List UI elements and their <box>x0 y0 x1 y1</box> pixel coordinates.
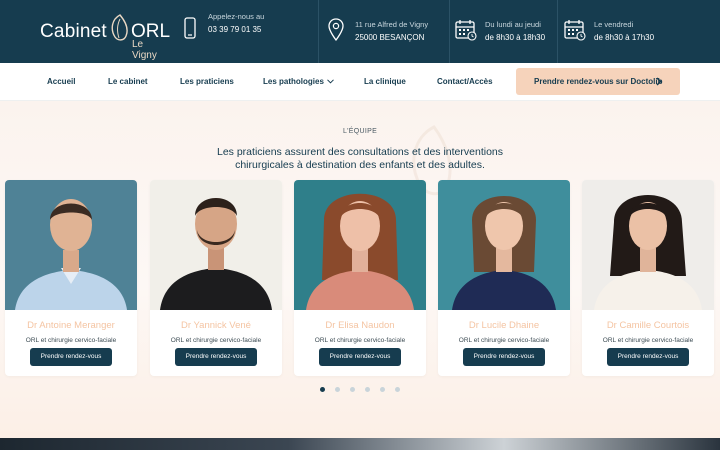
calendar-icon <box>564 20 586 41</box>
phone-info[interactable]: Appelez-nous au 03 39 79 01 35 <box>184 0 314 63</box>
calendar-icon <box>455 20 477 41</box>
book-appointment-button[interactable]: Prendre rendez-vous <box>175 348 257 366</box>
hours-weekdays-label: Du lundi au jeudi <box>485 20 541 29</box>
address-line-1: 11 rue Alfred de Vigny <box>355 20 429 29</box>
doctor-specialty: ORL et chirurgie cervico-faciale <box>170 337 262 344</box>
divider <box>318 0 319 63</box>
divider <box>557 0 558 63</box>
main-nav: Accueil Le cabinet Les praticiens Les pa… <box>0 63 720 101</box>
nav-item-les-praticiens[interactable]: Les praticiens <box>180 77 234 86</box>
doctor-photo <box>150 180 282 310</box>
nav-item-label: Les pathologies <box>263 77 324 86</box>
chevron-right-icon <box>656 77 662 86</box>
section-headline: Les praticiens assurent des consultation… <box>217 146 503 171</box>
doctor-photo <box>294 180 426 310</box>
doctor-photo <box>582 180 714 310</box>
doctor-name: Dr Antoine Meranger <box>27 320 115 331</box>
phone-number[interactable]: 03 39 79 01 35 <box>208 25 261 34</box>
hours-friday-value: de 8h30 à 17h30 <box>594 33 655 42</box>
nav-item-le-cabinet[interactable]: Le cabinet <box>108 77 148 86</box>
divider <box>449 0 450 63</box>
doctor-photo <box>5 180 137 310</box>
doctor-name: Dr Camille Courtois <box>606 320 690 331</box>
logo-text: Cabinet <box>40 21 107 42</box>
book-appointment-button[interactable]: Prendre rendez-vous <box>319 348 401 366</box>
leaf-logo-icon <box>111 14 128 41</box>
section-kicker: L'ÉQUIPE <box>342 128 378 135</box>
logo-subtitle: Le Vigny <box>132 39 157 61</box>
doctor-name: Dr Elisa Naudon <box>325 320 395 331</box>
doctolib-booking-button[interactable]: Prendre rendez-vous sur Doctolib <box>516 68 680 95</box>
phone-label: Appelez-nous au <box>208 12 265 21</box>
site-logo[interactable]: Cabinet ORL Le Vigny <box>40 13 170 61</box>
top-info-bar: Cabinet ORL Le Vigny Appelez-nous au 03 … <box>0 0 720 63</box>
doctor-name: Dr Yannick Vené <box>181 320 251 331</box>
hours-weekdays-info: Du lundi au jeudi de 8h30 à 18h30 <box>455 0 555 63</box>
book-appointment-button[interactable]: Prendre rendez-vous <box>607 348 689 366</box>
nav-item-contact[interactable]: Contact/Accès <box>437 77 493 86</box>
book-appointment-button[interactable]: Prendre rendez-vous <box>30 348 112 366</box>
book-appointment-button[interactable]: Prendre rendez-vous <box>463 348 545 366</box>
chevron-down-icon <box>327 79 334 84</box>
carousel-dot[interactable] <box>395 387 400 392</box>
nav-item-la-clinique[interactable]: La clinique <box>364 77 406 86</box>
carousel-dot[interactable] <box>320 387 325 392</box>
carousel-dot[interactable] <box>335 387 340 392</box>
phone-icon <box>184 17 196 39</box>
hours-friday-label: Le vendredi <box>594 20 634 29</box>
hours-friday-info: Le vendredi de 8h30 à 17h30 <box>564 0 674 63</box>
carousel-dot[interactable] <box>380 387 385 392</box>
address-info: 11 rue Alfred de Vigny 25000 BESANÇON <box>328 0 448 63</box>
doctor-specialty: ORL et chirurgie cervico-faciale <box>25 337 117 344</box>
hours-weekdays-value: de 8h30 à 18h30 <box>485 33 546 42</box>
doctor-card[interactable]: Dr Yannick Vené ORL et chirurgie cervico… <box>150 180 282 376</box>
address-line-2: 25000 BESANÇON <box>355 33 425 42</box>
doctor-specialty: ORL et chirurgie cervico-faciale <box>458 337 550 344</box>
doctor-photo <box>438 180 570 310</box>
doctor-card[interactable]: Dr Lucile Dhaine ORL et chirurgie cervic… <box>438 180 570 376</box>
doctor-name: Dr Lucile Dhaine <box>468 320 540 331</box>
next-section-image-strip <box>0 438 720 450</box>
doctor-card[interactable]: Dr Antoine Meranger ORL et chirurgie cer… <box>5 180 137 376</box>
carousel-dot[interactable] <box>350 387 355 392</box>
doctor-specialty: ORL et chirurgie cervico-faciale <box>602 337 694 344</box>
team-section: L'ÉQUIPE Les praticiens assurent des con… <box>0 101 720 438</box>
nav-item-accueil[interactable]: Accueil <box>47 77 75 86</box>
doctor-specialty: ORL et chirurgie cervico-faciale <box>314 337 406 344</box>
nav-item-les-pathologies[interactable]: Les pathologies <box>263 77 334 86</box>
doctor-card[interactable]: Dr Elisa Naudon ORL et chirurgie cervico… <box>294 180 426 376</box>
doctor-card[interactable]: Dr Camille Courtois ORL et chirurgie cer… <box>582 180 714 376</box>
cta-label: Prendre rendez-vous sur Doctolib <box>534 77 663 86</box>
location-pin-icon <box>328 18 344 42</box>
carousel-dot[interactable] <box>365 387 370 392</box>
